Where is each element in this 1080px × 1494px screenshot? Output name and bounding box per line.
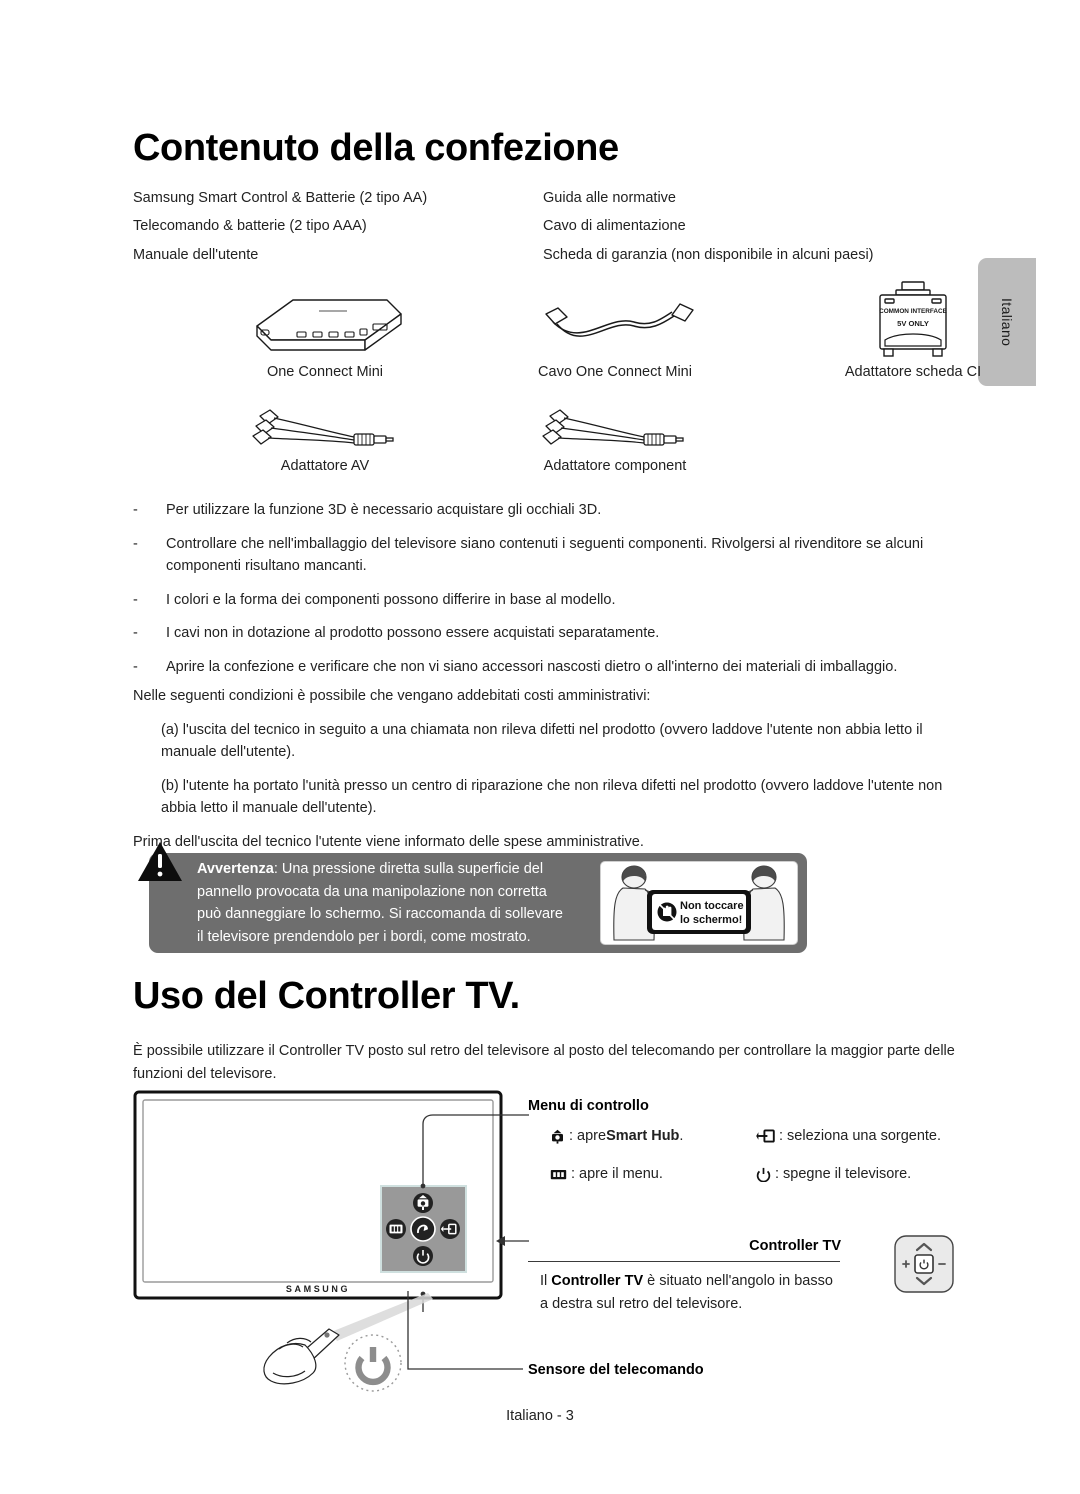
controller-tv-text-bold: Controller TV [551,1273,644,1289]
administrative-costs-block: Nelle seguenti condizioni è possibile ch… [133,685,963,864]
list-item: - I colori e la forma dei componenti pos… [133,589,963,612]
bullet-dash: - [133,535,138,552]
list-item-text: I colori e la forma dei componenti posso… [166,591,616,608]
figure-component-adapter: Adattatore component [485,396,745,474]
figure-one-connect-mini: One Connect Mini [185,278,465,380]
control-menu-entry-power: : spegne il televisore. [756,1164,911,1184]
warning-picture-line1: Non toccare [680,900,744,912]
one-connect-cable-icon [485,278,745,364]
figure-caption: Cavo One Connect Mini [538,364,692,380]
controller-tv-text-pre: Il [540,1273,552,1289]
list-item: - Aprire la confezione e verificare che … [133,656,963,679]
warning-callout: Avvertenza: Una pressione diretta sulla … [137,842,807,953]
document-page: Italiano Contenuto della confezione Sams… [0,0,1080,1494]
control-menu-entry-source: : seleziona una sorgente. [756,1126,941,1146]
list-item: - Per utilizzare la funzione 3D è necess… [133,499,963,522]
figure-caption: Adattatore AV [280,458,370,474]
warning-picture-line2: lo schermo! [680,914,742,926]
list-item-text: Aprire la confezione e verificare che no… [166,658,898,675]
controller-tv-divider [528,1261,840,1262]
list-item: - Controllare che nell'imballaggio del t… [133,533,963,578]
control-menu-entry-bold: Smart Hub [606,1128,680,1144]
remote-sensor-illustration [253,1285,543,1405]
list-item: - I cavi non in dotazione al prodotto po… [133,622,963,645]
control-menu-entries: : apre Smart Hub. : apre il menu.: sele… [528,1126,963,1204]
warning-triangle-icon [137,841,183,883]
list-item-text: Per utilizzare la funzione 3D è necessar… [166,502,602,518]
contents-item: Manuale dell'utente [133,246,259,263]
admin-case-b: (b) l'utente ha portato l'unità presso u… [161,777,943,817]
controller-tv-description: Il Controller TV è situato nell'angolo i… [540,1270,840,1316]
contents-item: Cavo di alimentazione [543,218,686,235]
one-connect-box-icon [185,278,465,364]
control-menu-entry-tail: . [679,1128,684,1144]
figure-caption: Adattatore scheda CI [844,364,982,380]
control-menu-entry-smart-hub: : apre Smart Hub. [550,1126,683,1146]
control-menu-entry-text: : spegne il televisore. [775,1166,912,1182]
warning-text: Avvertenza: Una pressione diretta sulla … [197,858,567,948]
smart-hub-icon [550,1129,565,1144]
figure-av-adapter: Adattatore AV [185,396,465,474]
contents-item: Scheda di garanzia (non disponibile in a… [543,246,874,263]
list-item-text: Controllare che nell'imballaggio del tel… [166,535,924,575]
av-adapter-cable-icon [185,396,465,458]
ci-card-adapter-icon: COMMON INTERFACE 5V ONLY [773,278,1053,364]
contents-item: Telecomando & batterie (2 tipo AAA) [133,218,367,235]
admin-intro: Nelle seguenti condizioni è possibile ch… [133,688,651,704]
admin-closing: Prima dell'uscita del tecnico l'utente v… [133,833,644,850]
ci-adapter-label-line2: 5V ONLY [897,319,929,328]
page-footer: Italiano - 3 [506,1408,574,1424]
bullet-dash: - [133,658,138,675]
contents-item: Guida alle normative [543,190,676,206]
page-title-controller: Uso del Controller TV. [133,975,520,1017]
figure-caption: One Connect Mini [266,364,384,380]
warning-box: Avvertenza: Una pressione diretta sulla … [149,853,807,953]
bullet-dash: - [133,625,138,641]
controller-tv-heading: Controller TV [749,1238,841,1254]
control-menu-entry-menu: : apre il menu. [550,1164,663,1184]
page-title-contents: Contenuto della confezione [133,127,619,169]
controller-intro-text: È possibile utilizzare il Controller TV … [133,1043,955,1082]
source-icon [756,1129,775,1143]
contents-column-right: Guida alle normative Cavo di alimentazio… [543,184,963,269]
menu-icon [550,1168,567,1181]
figure-caption: Adattatore component [543,458,687,474]
control-menu-entry-text: : apre il menu. [571,1166,663,1182]
list-item-text: I cavi non in dotazione al prodotto poss… [166,625,660,641]
warning-illustration: Non toccare lo schermo! [600,861,798,945]
figure-one-connect-cable: Cavo One Connect Mini [485,278,745,380]
contents-column-left: Samsung Smart Control & Batterie (2 tipo… [133,184,533,269]
controller-diagram-area: SAMSUNG Menu di controllo: apre Smart H… [133,1090,963,1392]
bullet-dash: - [133,591,138,608]
component-adapter-cable-icon [485,396,745,458]
power-icon [756,1167,771,1182]
admin-case-a: (a) l'uscita del tecnico in seguito a un… [161,721,923,761]
control-menu-block: Menu di controllo : apre Smart Hub .: a… [528,1098,963,1204]
figure-ci-card-adapter: COMMON INTERFACE 5V ONLY Adattatore sche… [773,278,1053,380]
bullet-dash: - [133,502,138,518]
ci-adapter-label-line1: COMMON INTERFACE [879,308,948,315]
contents-notes-list: - Per utilizzare la funzione 3D è necess… [133,499,963,689]
controller-tv-callout: Controller TV Il Controller TV è situato… [528,1235,963,1333]
control-menu-heading: Menu di controllo [528,1098,649,1114]
contents-item: Samsung Smart Control & Batterie (2 tipo… [133,190,428,206]
controller-tv-widget-icon [891,1234,963,1296]
remote-sensor-label: Sensore del telecomando [528,1362,704,1378]
control-menu-entry-text: : apre [569,1128,607,1144]
warning-label: Avvertenza [197,861,274,877]
control-menu-entry-text: : seleziona una sorgente. [779,1128,942,1144]
